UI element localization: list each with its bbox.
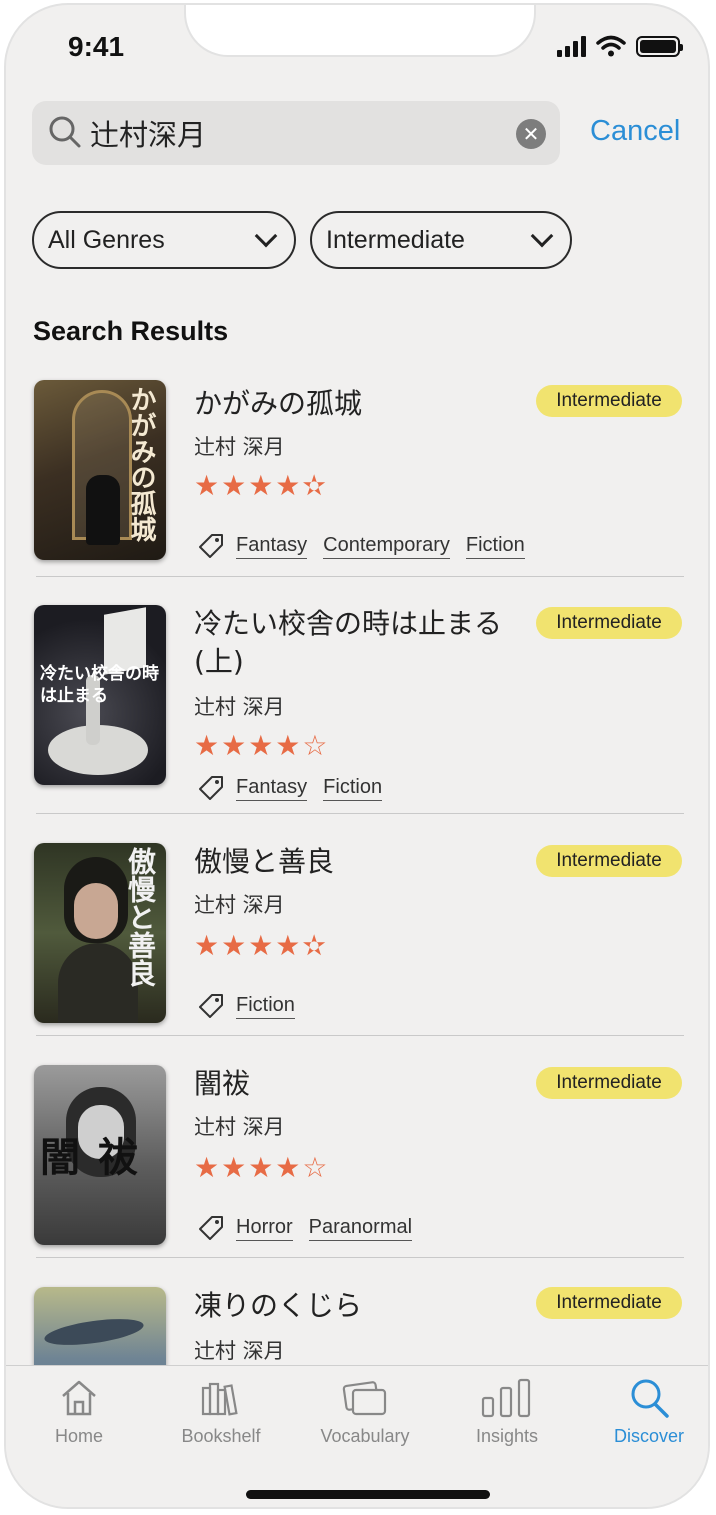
chevron-down-icon bbox=[530, 224, 554, 248]
level-badge: Intermediate bbox=[536, 1067, 682, 1099]
book-author: 辻村 深月 bbox=[194, 435, 285, 459]
section-title: Search Results bbox=[33, 316, 229, 346]
genre-tag[interactable]: Fiction bbox=[323, 776, 383, 801]
book-author: 辻村 深月 bbox=[194, 1115, 285, 1139]
book-title[interactable]: かがみの孤城 bbox=[194, 385, 514, 423]
home-indicator bbox=[246, 1490, 490, 1499]
wifi-icon bbox=[596, 35, 626, 57]
tag-icon bbox=[199, 534, 223, 558]
genre-tag[interactable]: Contemporary bbox=[323, 534, 450, 559]
bar-chart-icon bbox=[481, 1378, 531, 1418]
book-author: 辻村 深月 bbox=[194, 893, 285, 917]
tab-vocabulary[interactable]: Vocabulary bbox=[300, 1376, 430, 1447]
book-title[interactable]: 傲慢と善良 bbox=[194, 843, 514, 881]
genre-tag[interactable]: Paranormal bbox=[308, 1216, 413, 1241]
star-rating: ★★★★☆ bbox=[194, 1151, 330, 1184]
chevron-down-icon bbox=[254, 224, 278, 248]
genre-tag[interactable]: Fantasy bbox=[236, 534, 308, 559]
tag-icon bbox=[199, 994, 223, 1018]
signal-icon bbox=[557, 35, 586, 57]
tab-home[interactable]: Home bbox=[14, 1376, 144, 1447]
vocabulary-cards-icon bbox=[342, 1381, 387, 1416]
book-title[interactable]: 凍りのくじら bbox=[194, 1287, 514, 1325]
divider bbox=[36, 576, 684, 577]
book-cover: 傲慢と善良 bbox=[34, 843, 166, 1023]
divider bbox=[36, 813, 684, 814]
search-input[interactable] bbox=[90, 111, 500, 155]
search-bar[interactable]: ✕ bbox=[32, 101, 560, 165]
bookshelf-icon bbox=[201, 1382, 238, 1416]
genre-filter-dropdown[interactable]: All Genres bbox=[32, 211, 296, 269]
level-badge: Intermediate bbox=[536, 1287, 682, 1319]
genre-filter-label: All Genres bbox=[48, 225, 165, 254]
search-icon bbox=[49, 116, 81, 148]
book-cover: 冷たい校舎の時は止まる bbox=[34, 605, 166, 785]
genre-tag[interactable]: Horror bbox=[236, 1216, 293, 1241]
search-icon bbox=[631, 1379, 669, 1418]
status-icons bbox=[557, 35, 683, 57]
level-badge: Intermediate bbox=[536, 385, 682, 417]
book-title[interactable]: 冷たい校舎の時は止まる(上) bbox=[194, 605, 514, 681]
tab-bookshelf[interactable]: Bookshelf bbox=[156, 1376, 286, 1447]
book-title[interactable]: 闇祓 bbox=[194, 1065, 514, 1103]
genre-tag[interactable]: Fiction bbox=[236, 994, 295, 1019]
tag-list: Fiction bbox=[196, 991, 295, 1021]
book-author: 辻村 深月 bbox=[194, 695, 285, 719]
tab-bar: Home Bookshelf Vocabulary Insights Disco… bbox=[6, 1365, 708, 1507]
star-rating: ★★★★✫ bbox=[194, 469, 328, 502]
genre-tag[interactable]: Fantasy bbox=[236, 776, 308, 801]
tab-insights[interactable]: Insights bbox=[442, 1376, 572, 1447]
status-time: 9:41 bbox=[68, 31, 125, 62]
book-cover: かがみの孤城 bbox=[34, 380, 166, 560]
level-filter-label: Intermediate bbox=[326, 225, 465, 254]
tag-icon bbox=[199, 776, 223, 800]
home-icon bbox=[62, 1380, 96, 1416]
tag-list: Horror Paranormal bbox=[196, 1213, 413, 1243]
tab-discover[interactable]: Discover bbox=[584, 1376, 708, 1447]
notch bbox=[184, 5, 536, 57]
level-badge: Intermediate bbox=[536, 607, 682, 639]
clear-search-icon[interactable]: ✕ bbox=[516, 119, 546, 149]
level-filter-dropdown[interactable]: Intermediate bbox=[310, 211, 572, 269]
cancel-button[interactable]: Cancel bbox=[590, 115, 680, 148]
book-author: 辻村 深月 bbox=[194, 1339, 285, 1363]
divider bbox=[36, 1035, 684, 1036]
star-rating: ★★★★✫ bbox=[194, 929, 328, 962]
battery-icon bbox=[636, 35, 683, 57]
star-rating: ★★★★☆ bbox=[194, 729, 330, 762]
divider bbox=[36, 1257, 684, 1258]
tag-list: Fantasy Contemporary Fiction bbox=[196, 531, 525, 561]
level-badge: Intermediate bbox=[536, 845, 682, 877]
tag-list: Fantasy Fiction bbox=[196, 773, 383, 803]
genre-tag[interactable]: Fiction bbox=[465, 534, 525, 559]
phone-frame: 9:41 ✕ Cancel All Genres Intermediate Se… bbox=[4, 3, 710, 1509]
tag-icon bbox=[199, 1216, 223, 1240]
book-cover: 闇祓 bbox=[34, 1065, 166, 1245]
